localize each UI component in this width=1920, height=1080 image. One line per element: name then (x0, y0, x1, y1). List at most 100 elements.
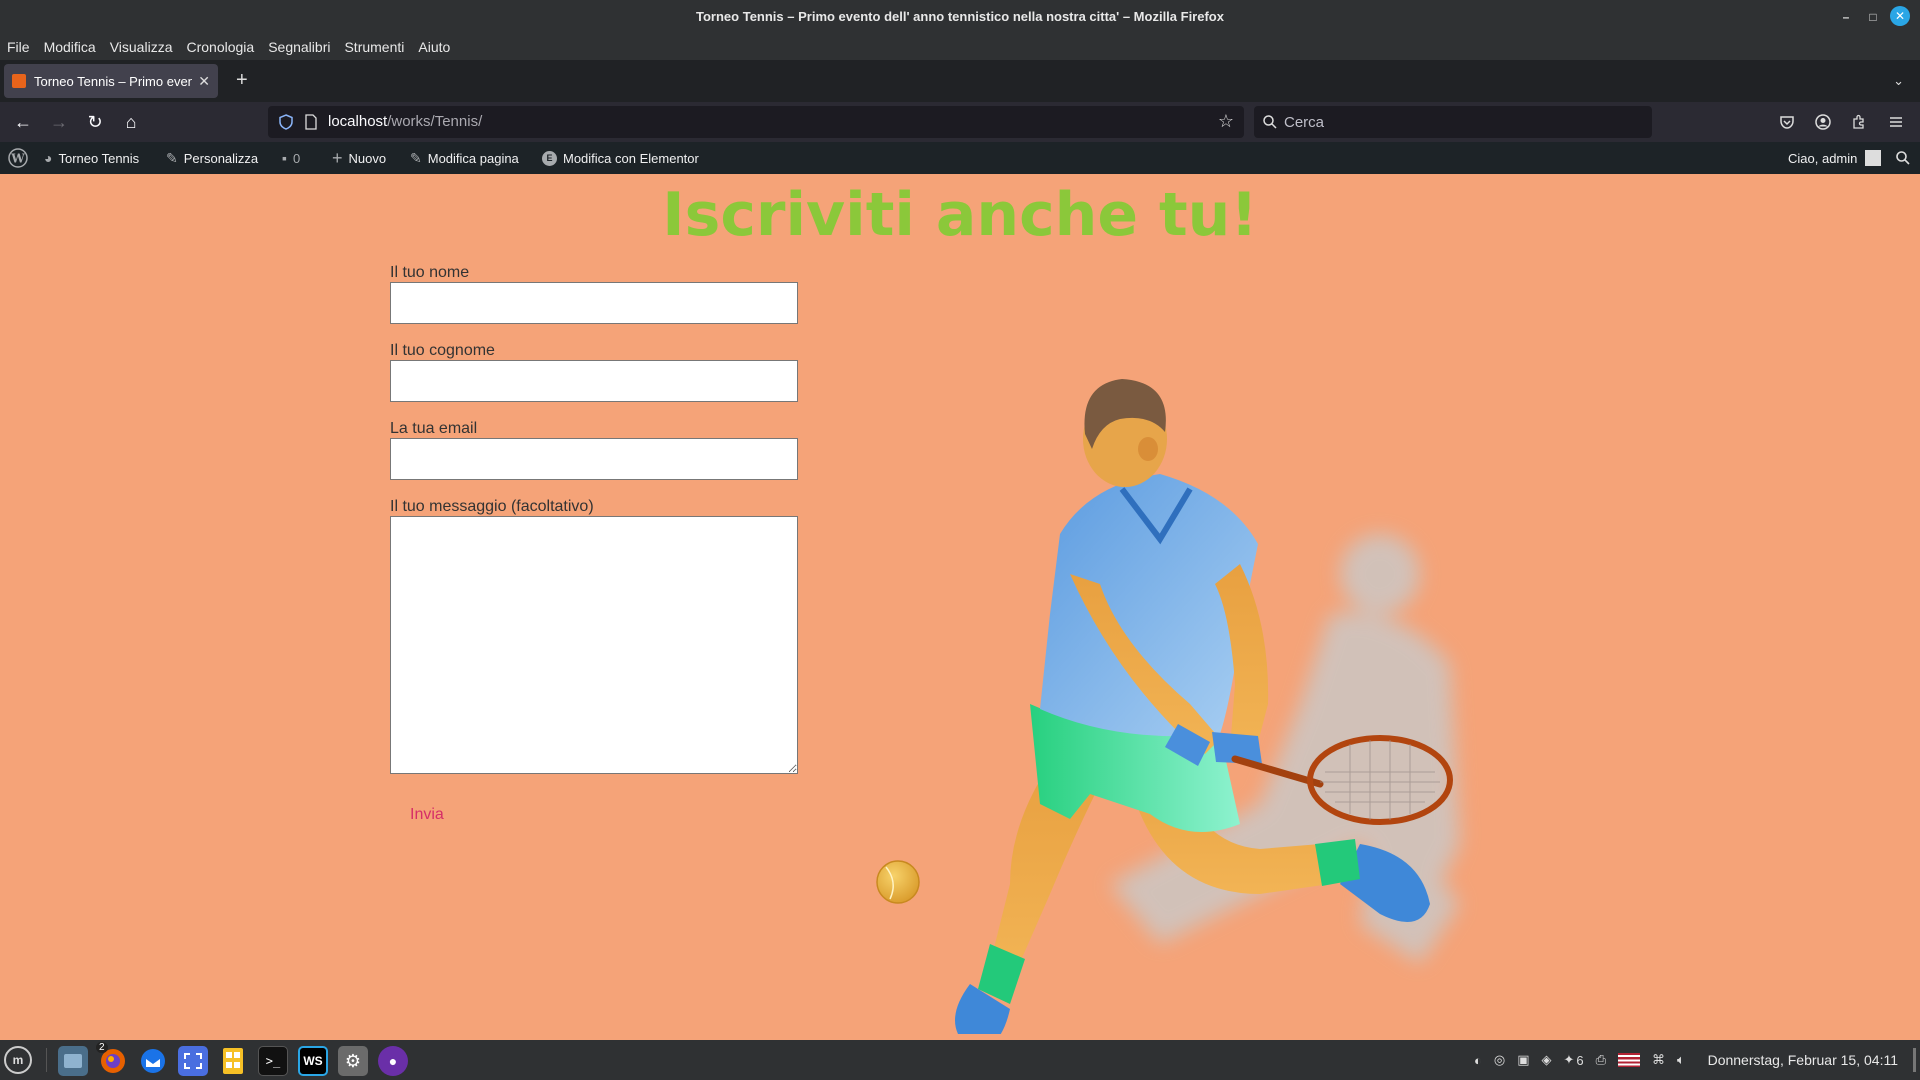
bookmark-star-icon[interactable]: ☆ (1218, 111, 1234, 132)
page-heading: Iscriviti anche tu! (662, 180, 1258, 250)
back-button[interactable]: ← (12, 111, 34, 133)
menu-strumenti[interactable]: Strumenti (344, 39, 404, 55)
printer-icon[interactable]: ⎙ (1596, 1052, 1606, 1068)
wp-new-content[interactable]: + Nuovo (332, 142, 386, 174)
system-tray: ◐ ◎ ▣ ◈ ✦ 6 ⎙ ⌘ 🔈︎ (1474, 1040, 1697, 1080)
last-name-input[interactable] (390, 360, 798, 402)
terminal-icon[interactable]: >_ (258, 1046, 288, 1076)
tab-close-icon[interactable]: ✕ (198, 73, 210, 90)
network-icon[interactable]: ⌘ (1652, 1052, 1665, 1068)
message-textarea[interactable] (390, 516, 798, 774)
menu-cronologia[interactable]: Cronologia (186, 39, 254, 55)
thunderbird-icon[interactable] (138, 1046, 168, 1076)
wp-customize-label: Personalizza (183, 150, 259, 166)
menu-aiuto[interactable]: Aiuto (418, 39, 450, 55)
wp-search-icon[interactable] (1896, 142, 1910, 174)
clipboard-icon[interactable]: ▣ (1517, 1052, 1529, 1068)
shield-icon[interactable] (278, 114, 294, 130)
tennis-ball-icon (876, 860, 920, 904)
list-all-tabs-button[interactable]: ⌄ (1893, 73, 1904, 89)
github-icon[interactable]: ● (378, 1046, 408, 1076)
menu-visualizza[interactable]: Visualizza (110, 39, 173, 55)
wp-my-account[interactable]: Ciao, admin (1788, 142, 1882, 174)
menu-modifica[interactable]: Modifica (44, 39, 96, 55)
navigation-toolbar: ← → ↻ ⌂ localhost/works/Tennis/ ☆ Cerca (0, 102, 1920, 142)
menu-icon[interactable] (1888, 114, 1904, 130)
search-bar[interactable]: Cerca (1254, 106, 1652, 138)
menu-bar: File Modifica Visualizza Cronologia Segn… (0, 33, 1920, 60)
wp-customize[interactable]: ✎ Personalizza (166, 142, 258, 174)
firefox-badge: 2 (96, 1042, 108, 1053)
calculator-icon[interactable] (218, 1046, 248, 1076)
submit-button[interactable]: Invia (410, 806, 444, 824)
wp-elementor-label: Modifica con Elementor (563, 150, 699, 166)
url-path: /works/Tennis/ (387, 113, 483, 130)
elementor-icon: E (542, 150, 557, 166)
comment-icon: ▪ (282, 150, 287, 166)
tab-bar: Torneo Tennis – Primo evento dell' anno … (0, 60, 1920, 102)
wp-greeting: Ciao, admin (1788, 150, 1858, 166)
webstorm-icon[interactable]: WS (298, 1046, 328, 1076)
discord-icon[interactable]: ◐ (1474, 1053, 1482, 1068)
site-favicon-icon (12, 74, 26, 88)
window-title: Torneo Tennis – Primo evento dell' anno … (696, 9, 1224, 24)
reload-button[interactable]: ↻ (84, 111, 106, 133)
tab-title: Torneo Tennis – Primo evento dell' anno … (34, 73, 193, 89)
wp-site-name[interactable]: ◕ Torneo Tennis (44, 142, 139, 174)
updates-icon[interactable]: ✦ (1564, 1052, 1575, 1068)
network-manager-icon[interactable]: ◎ (1494, 1052, 1505, 1068)
search-placeholder: Cerca (1284, 113, 1325, 131)
brush-icon: ✎ (166, 149, 178, 166)
firefox-icon[interactable]: 2 (96, 1042, 128, 1076)
minimize-button[interactable]: – (1835, 6, 1857, 28)
settings-icon[interactable]: ⚙ (338, 1046, 368, 1076)
window-titlebar: Torneo Tennis – Primo evento dell' anno … (0, 0, 1920, 33)
wp-site-name-label: Torneo Tennis (58, 150, 140, 166)
tennis-player-illustration (876, 379, 1460, 1034)
clock[interactable]: Donnerstag, Februar 15, 04:11 (1708, 1040, 1898, 1080)
message-label: Il tuo messaggio (facoltativo) (390, 498, 594, 515)
files-icon[interactable] (58, 1046, 88, 1076)
tab-torneo-tennis[interactable]: Torneo Tennis – Primo evento dell' anno … (4, 64, 218, 98)
account-icon[interactable] (1815, 114, 1831, 130)
taskbar-divider (46, 1048, 47, 1072)
menu-file[interactable]: File (7, 39, 30, 55)
search-icon (1263, 115, 1277, 129)
wp-new-label: Nuovo (348, 150, 387, 166)
extensions-icon[interactable] (1851, 114, 1867, 130)
wp-edit-elementor[interactable]: E Modifica con Elementor (542, 142, 699, 174)
maximize-button[interactable]: □ (1862, 6, 1884, 28)
page-content: Iscriviti anche tu! Il tuo nome Il tuo c… (0, 174, 1920, 1040)
email-input[interactable] (390, 438, 798, 480)
updates-count: 6 (1576, 1052, 1584, 1068)
url-host: localhost (328, 113, 388, 130)
wp-edit-page-label: Modifica pagina (427, 150, 519, 166)
show-desktop-handle[interactable] (1913, 1048, 1916, 1072)
first-name-label: Il tuo nome (390, 264, 470, 281)
new-tab-button[interactable]: + (236, 70, 248, 90)
svg-text:W: W (10, 152, 25, 166)
wp-edit-page[interactable]: ✎ Modifica pagina (410, 142, 519, 174)
pocket-icon[interactable] (1779, 114, 1795, 130)
wp-admin-bar: W ◕ Torneo Tennis ✎ Personalizza ▪ 0 + N… (0, 142, 1920, 174)
email-label: La tua email (390, 420, 478, 437)
volume-icon[interactable]: 🔈︎ (1677, 1052, 1685, 1068)
page-info-icon[interactable] (304, 114, 318, 130)
mint-menu-icon[interactable]: m (4, 1046, 32, 1074)
wp-comments[interactable]: ▪ 0 (282, 142, 300, 174)
pencil-icon: ✎ (410, 149, 422, 166)
shield-tray-icon[interactable]: ◈ (1542, 1052, 1552, 1068)
close-window-button[interactable]: ✕ (1890, 6, 1910, 26)
forward-button[interactable]: → (48, 111, 70, 133)
menu-segnalibri[interactable]: Segnalibri (268, 39, 330, 55)
screenshot-icon[interactable] (178, 1046, 208, 1076)
wp-comments-count: 0 (292, 150, 301, 166)
last-name-label: Il tuo cognome (390, 342, 495, 359)
keyboard-layout-flag-icon[interactable] (1618, 1053, 1641, 1067)
url-text[interactable]: localhost/works/Tennis/ (328, 113, 482, 130)
dashboard-icon: ◕ (44, 150, 53, 166)
wordpress-logo-icon[interactable]: W (8, 142, 28, 174)
url-bar[interactable]: localhost/works/Tennis/ ☆ (268, 106, 1244, 138)
home-button[interactable]: ⌂ (120, 111, 142, 133)
first-name-input[interactable] (390, 282, 798, 324)
